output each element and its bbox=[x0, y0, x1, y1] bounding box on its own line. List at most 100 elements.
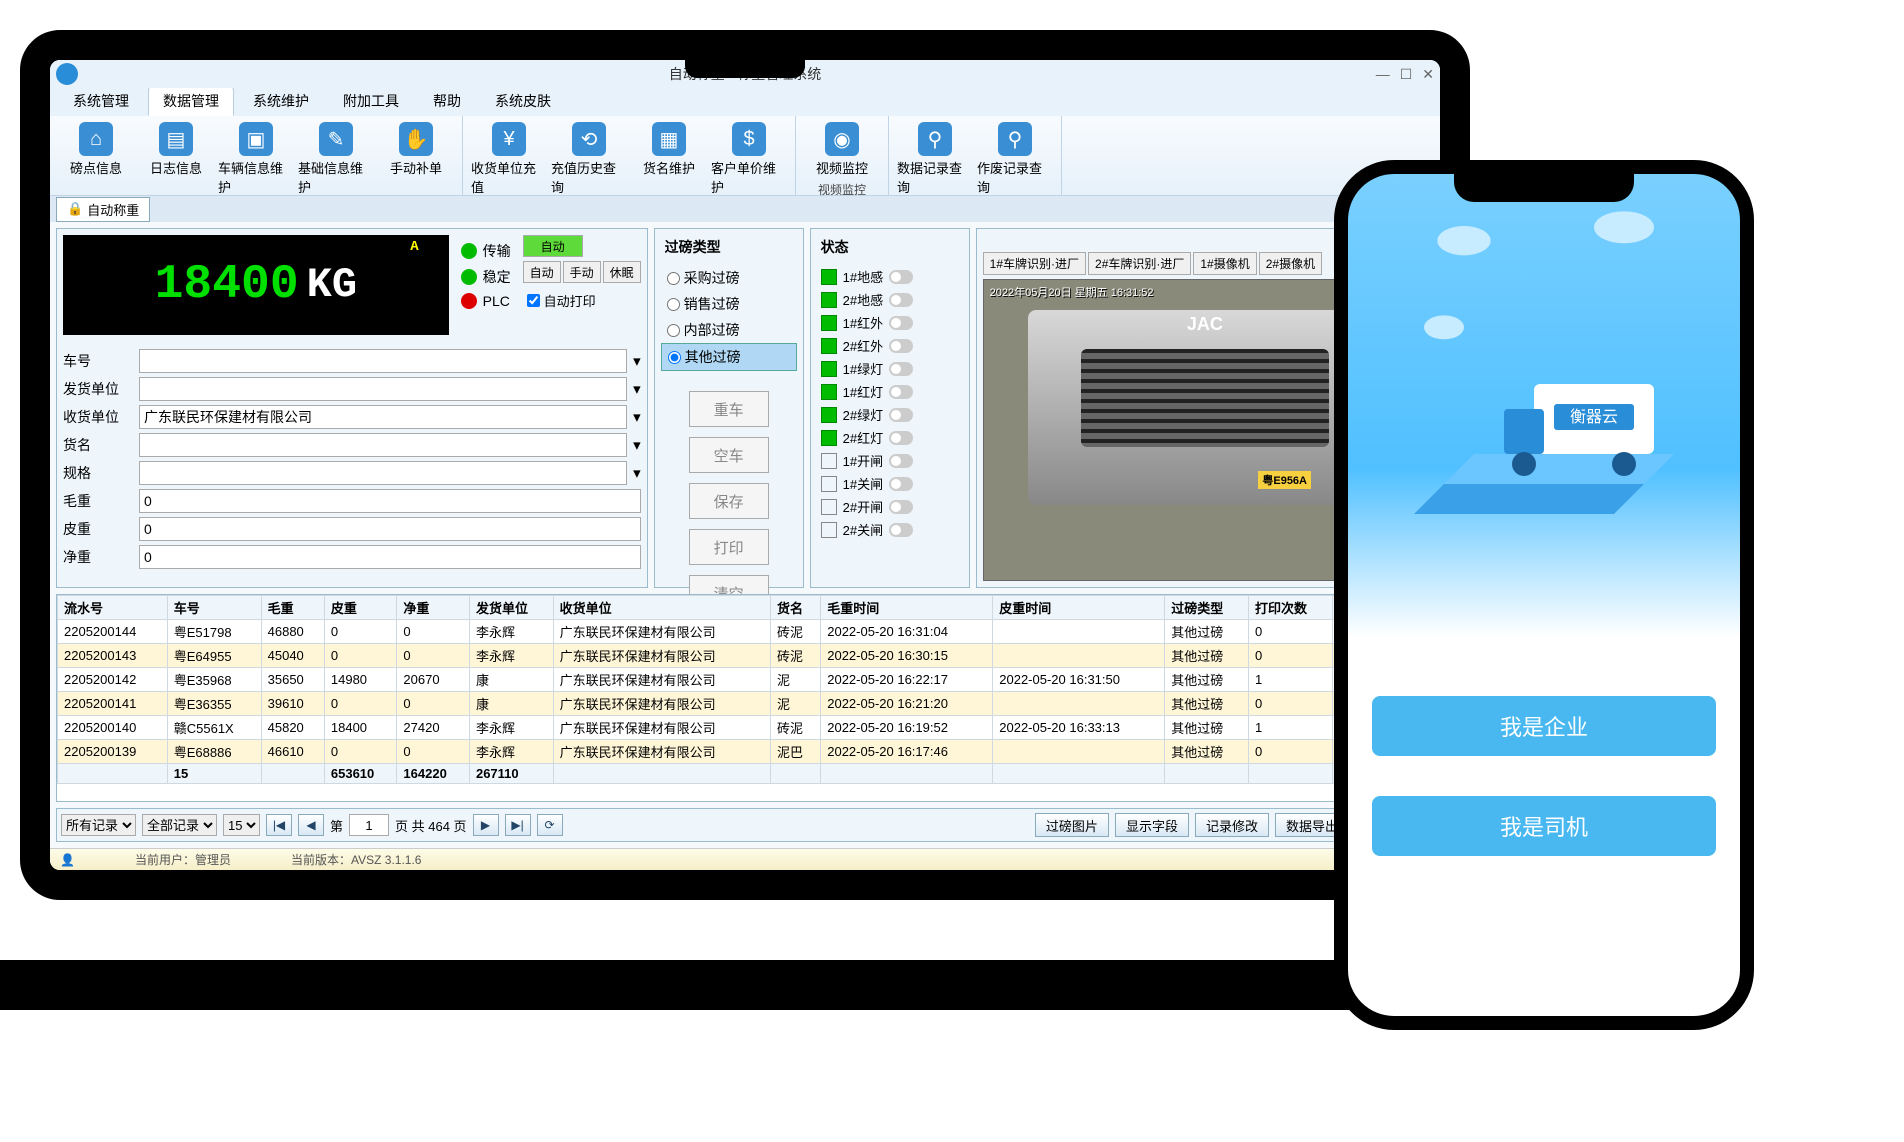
mode-auto[interactable]: 自动 bbox=[523, 235, 583, 257]
menu-tab-skin[interactable]: 系统皮肤 bbox=[480, 86, 566, 116]
btn-print[interactable]: 打印 bbox=[689, 529, 769, 565]
tool-recharge-history[interactable]: ⟲充值历史查询 bbox=[549, 118, 629, 200]
minimize-icon[interactable]: — bbox=[1376, 66, 1390, 83]
status-toggle[interactable] bbox=[889, 293, 913, 307]
auto-print-checkbox[interactable] bbox=[527, 294, 540, 307]
table-row[interactable]: 2205200139粤E688864661000李永辉广东联民环保建材有限公司泥… bbox=[58, 740, 1433, 764]
page-prev[interactable]: ◀ bbox=[298, 814, 324, 836]
table-header[interactable]: 过磅类型 bbox=[1165, 596, 1249, 620]
records-table[interactable]: 流水号车号毛重皮重净重发货单位收货单位货名毛重时间皮重时间过磅类型打印次数更新时… bbox=[56, 594, 1434, 802]
tool-void-query[interactable]: ⚲作废记录查询 bbox=[975, 118, 1055, 200]
input-receiver[interactable] bbox=[139, 405, 627, 429]
status-toggle[interactable] bbox=[889, 500, 913, 514]
phone-btn-enterprise[interactable]: 我是企业 bbox=[1372, 696, 1716, 756]
auto-print-check[interactable]: 自动打印 bbox=[523, 287, 641, 314]
work-tab-auto-weigh[interactable]: 🔒 自动称重 bbox=[56, 197, 150, 222]
input-gross[interactable] bbox=[139, 489, 641, 513]
status-toggle[interactable] bbox=[889, 385, 913, 399]
table-header[interactable]: 皮重 bbox=[324, 596, 397, 620]
input-net[interactable] bbox=[139, 545, 641, 569]
menu-tab-system[interactable]: 系统管理 bbox=[58, 86, 144, 116]
pager-bar: 所有记录 全部记录 15 |◀ ◀ 第 页 共 464 页 ▶ ▶| ⟳ 过磅图… bbox=[56, 808, 1434, 842]
tool-price[interactable]: $客户单价维护 bbox=[709, 118, 789, 200]
type-other[interactable]: 其他过磅 bbox=[661, 343, 797, 371]
table-row[interactable]: 2205200140赣C5561X458201840027420李永辉广东联民环… bbox=[58, 716, 1433, 740]
maximize-icon[interactable]: ☐ bbox=[1400, 66, 1413, 83]
status-toggle[interactable] bbox=[889, 523, 913, 537]
status-toggle[interactable] bbox=[889, 431, 913, 445]
filter-all[interactable]: 全部记录 bbox=[142, 814, 217, 836]
status-toggle[interactable] bbox=[889, 454, 913, 468]
tool-basic[interactable]: ✎基础信息维护 bbox=[296, 118, 376, 200]
mode-sleep[interactable]: 休眠 bbox=[603, 261, 641, 283]
table-header[interactable]: 净重 bbox=[397, 596, 470, 620]
tool-scale-info[interactable]: ⌂磅点信息 bbox=[56, 118, 136, 200]
table-header[interactable]: 打印次数 bbox=[1248, 596, 1332, 620]
tool-log-info[interactable]: ▤日志信息 bbox=[136, 118, 216, 200]
dropdown-icon[interactable]: ▾ bbox=[633, 352, 641, 370]
type-internal[interactable]: 内部过磅 bbox=[661, 317, 797, 343]
dropdown-icon[interactable]: ▾ bbox=[633, 380, 641, 398]
table-header[interactable]: 毛重 bbox=[261, 596, 324, 620]
dropdown-icon[interactable]: ▾ bbox=[633, 436, 641, 454]
input-sender[interactable] bbox=[139, 377, 627, 401]
menu-tab-maintenance[interactable]: 系统维护 bbox=[238, 86, 324, 116]
btn-save[interactable]: 保存 bbox=[689, 483, 769, 519]
page-size[interactable]: 15 bbox=[223, 814, 260, 836]
table-header[interactable]: 车号 bbox=[167, 596, 261, 620]
table-header[interactable]: 收货单位 bbox=[553, 596, 770, 620]
tool-goods[interactable]: ▦货名维护 bbox=[629, 118, 709, 200]
btn-fields[interactable]: 显示字段 bbox=[1115, 813, 1189, 837]
menu-tab-data[interactable]: 数据管理 bbox=[148, 86, 234, 116]
status-toggle[interactable] bbox=[889, 477, 913, 491]
cam-tab-4[interactable]: 2#摄像机 bbox=[1259, 252, 1322, 275]
input-spec[interactable] bbox=[139, 461, 627, 485]
table-row[interactable]: 2205200143粤E649554504000李永辉广东联民环保建材有限公司砖… bbox=[58, 644, 1433, 668]
page-input[interactable] bbox=[349, 814, 389, 836]
btn-empty[interactable]: 空车 bbox=[689, 437, 769, 473]
table-header[interactable]: 皮重时间 bbox=[993, 596, 1165, 620]
table-header[interactable]: 货名 bbox=[771, 596, 821, 620]
tool-video[interactable]: ◉视频监控 bbox=[802, 118, 882, 181]
page-next[interactable]: ▶ bbox=[473, 814, 499, 836]
input-goods[interactable] bbox=[139, 433, 627, 457]
page-refresh[interactable]: ⟳ bbox=[537, 814, 563, 836]
close-icon[interactable]: ✕ bbox=[1422, 66, 1434, 83]
phone-btn-driver[interactable]: 我是司机 bbox=[1372, 796, 1716, 856]
input-car-no[interactable] bbox=[139, 349, 627, 373]
tool-data-query[interactable]: ⚲数据记录查询 bbox=[895, 118, 975, 200]
mode-auto2[interactable]: 自动 bbox=[523, 261, 561, 283]
menu-tab-addon[interactable]: 附加工具 bbox=[328, 86, 414, 116]
menu-bar: 系统管理 数据管理 系统维护 附加工具 帮助 系统皮肤 bbox=[50, 88, 1440, 116]
cam-tab-1[interactable]: 1#车牌识别·进厂 bbox=[983, 252, 1086, 275]
table-header[interactable]: 流水号 bbox=[58, 596, 168, 620]
tool-recharge[interactable]: ¥收货单位充值 bbox=[469, 118, 549, 200]
mode-manual[interactable]: 手动 bbox=[563, 261, 601, 283]
tool-manual[interactable]: ✋手动补单 bbox=[376, 118, 456, 200]
table-row[interactable]: 2205200142粤E35968356501498020670康广东联民环保建… bbox=[58, 668, 1433, 692]
filter-records[interactable]: 所有记录 bbox=[61, 814, 136, 836]
status-toggle[interactable] bbox=[889, 408, 913, 422]
dropdown-icon[interactable]: ▾ bbox=[633, 408, 641, 426]
cam-tab-3[interactable]: 1#摄像机 bbox=[1193, 252, 1256, 275]
table-row[interactable]: 2205200141粤E363553961000康广东联民环保建材有限公司泥20… bbox=[58, 692, 1433, 716]
cam-tab-2[interactable]: 2#车牌识别·进厂 bbox=[1088, 252, 1191, 275]
btn-heavy[interactable]: 重车 bbox=[689, 391, 769, 427]
status-toggle[interactable] bbox=[889, 270, 913, 284]
menu-tab-help[interactable]: 帮助 bbox=[418, 86, 476, 116]
page-last[interactable]: ▶| bbox=[505, 814, 531, 836]
btn-images[interactable]: 过磅图片 bbox=[1035, 813, 1109, 837]
dropdown-icon[interactable]: ▾ bbox=[633, 464, 641, 482]
table-row[interactable]: 2205200144粤E517984688000李永辉广东联民环保建材有限公司砖… bbox=[58, 620, 1433, 644]
page-first[interactable]: |◀ bbox=[266, 814, 292, 836]
tool-vehicle[interactable]: ▣车辆信息维护 bbox=[216, 118, 296, 200]
type-purchase[interactable]: 采购过磅 bbox=[661, 265, 797, 291]
table-header[interactable]: 发货单位 bbox=[469, 596, 553, 620]
table-header[interactable]: 毛重时间 bbox=[821, 596, 993, 620]
btn-edit-record[interactable]: 记录修改 bbox=[1195, 813, 1269, 837]
status-toggle[interactable] bbox=[889, 339, 913, 353]
input-tare[interactable] bbox=[139, 517, 641, 541]
status-toggle[interactable] bbox=[889, 316, 913, 330]
type-sale[interactable]: 销售过磅 bbox=[661, 291, 797, 317]
status-toggle[interactable] bbox=[889, 362, 913, 376]
